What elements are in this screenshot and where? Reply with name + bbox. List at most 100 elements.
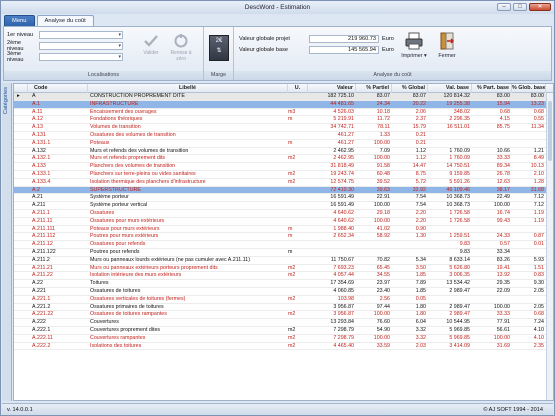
table-row[interactable]: A.133.4 Isolation thermique des planchers… bbox=[14, 179, 553, 187]
cell-globbase: 1.28 bbox=[533, 178, 544, 185]
level1-combo[interactable]: ▾ bbox=[39, 31, 123, 39]
header-global[interactable]: % Global bbox=[392, 84, 428, 93]
table-row[interactable]: ▸ A CONSTRUCTION PROPREMENT DITE 182 725.10… bbox=[14, 93, 553, 101]
level1-label: 1er niveau bbox=[7, 32, 34, 38]
cell-global: 2.37 bbox=[415, 116, 426, 123]
table-row[interactable]: A.12 Fondations théoriques m 5 219.91 11.72 2… bbox=[14, 116, 553, 125]
level3-combo[interactable]: ▾ bbox=[39, 53, 123, 61]
table-row[interactable]: A.211.11 Ossatures pour murs extérieurs 4 … bbox=[14, 218, 553, 226]
table-row[interactable]: A.221 Ossatures de toitures 4 060.85 23.40 1… bbox=[14, 288, 553, 296]
table-row[interactable]: A.221.22 Ossatures de toitures rampantes m… bbox=[14, 311, 553, 320]
cell-global: 1.85 bbox=[415, 287, 426, 294]
validate-button[interactable]: Valider bbox=[138, 33, 164, 56]
table-row[interactable]: A.131.1 Poteaux m 461.27 100.00 0.21 bbox=[14, 140, 553, 148]
maximize-button[interactable]: □ bbox=[513, 3, 527, 11]
table-row[interactable]: A.133.1 Planchers sur terre-pleins ou vid… bbox=[14, 171, 553, 179]
cell-partiel: 91.58 bbox=[376, 163, 390, 170]
cell-valeur: 11 750.67 bbox=[330, 256, 354, 263]
table-row[interactable]: A.211.12 Ossatures pour refends 9.83 0.57 0.… bbox=[14, 241, 553, 249]
cell-globbase: 13.23 bbox=[530, 100, 544, 107]
table-row[interactable]: A.132 Murs et refends des volumes de tran… bbox=[14, 148, 553, 156]
cell-partiel: 100.00 bbox=[373, 311, 390, 318]
margin-icon[interactable]: 2€ ⇅ bbox=[209, 35, 229, 61]
table-row[interactable]: A.221.2 Ossatures primaires de toitures 3 … bbox=[14, 304, 553, 312]
table-row[interactable]: A.211.21 Murs ou panneaux extérieurs port… bbox=[14, 265, 553, 273]
cell-code: A.221.2 bbox=[32, 303, 51, 310]
table-row[interactable]: A.133 Planchers des volumes de transition… bbox=[14, 163, 553, 171]
table-row[interactable]: A.2 SUPERSTRUCTURE 72 410.30 39.63 32.92 46 1… bbox=[14, 186, 553, 195]
cell-globbase: 7.12 bbox=[533, 194, 544, 201]
table-row[interactable]: A.211.1 Ossatures 4 640.62 29.18 2.20 1 726.5… bbox=[14, 210, 553, 218]
cell-globbase: 0.87 bbox=[533, 233, 544, 240]
header-globbase[interactable]: % Glob. base bbox=[512, 84, 546, 93]
cell-partbase: 85.75 bbox=[496, 124, 510, 131]
table-row[interactable]: A.22 Toitures 17 354.69 23.97 7.89 13 534.42 2… bbox=[14, 280, 553, 288]
cell-global: 1.12 bbox=[415, 155, 426, 162]
window-title: DescWord - Estimation bbox=[244, 4, 311, 11]
header-unit[interactable]: U. bbox=[288, 84, 308, 93]
close-button[interactable]: Fermer bbox=[432, 31, 462, 59]
cell-partbase: 13.92 bbox=[496, 272, 510, 279]
cell-partbase bbox=[472, 132, 510, 139]
cell-libelle: SUPERSTRUCTURE bbox=[90, 186, 141, 193]
cell-libelle: Murs et refends des volumes de transitio… bbox=[90, 147, 189, 154]
table-row[interactable]: A.11 Encaissement des ouvrages m3 4 526.03 1… bbox=[14, 109, 553, 117]
header-partiel[interactable]: % Partiel bbox=[356, 84, 392, 93]
cell-code: A.132.1 bbox=[32, 155, 51, 162]
table-row[interactable]: A.211 Système porteur vertical 16 591.49 10… bbox=[14, 202, 553, 210]
table-row[interactable]: A.211.22 Isolation intérieure des murs ex… bbox=[14, 272, 553, 281]
cell-global: 0.21 bbox=[415, 131, 426, 138]
cell-global: 0.90 bbox=[415, 225, 426, 232]
table-row[interactable]: A.222.1 Couvertures proprement dites m2 7 2… bbox=[14, 327, 553, 335]
cell-partbase: 83.00 bbox=[496, 93, 510, 99]
header-code[interactable]: Code bbox=[28, 84, 88, 93]
vertical-scrollbar[interactable] bbox=[546, 93, 553, 400]
cell-globbase bbox=[512, 249, 544, 256]
cell-code: A.222.11 bbox=[32, 334, 53, 341]
table-row[interactable]: A.211.111 Poteaux pour murs extérieurs m 1 … bbox=[14, 226, 553, 234]
table-row[interactable]: A.1 INFRASTRUCTURE 44 481.65 24.34 20.22 19 2… bbox=[14, 100, 553, 109]
table-row[interactable]: A.211.122 Poutres pour refends m 9.83 33.34 bbox=[14, 249, 553, 257]
print-button[interactable]: Imprimer ▾ bbox=[399, 31, 429, 59]
table-row[interactable]: A.222 Couvertures 13 293.84 76.60 6.04 10 544… bbox=[14, 319, 553, 327]
header-libelle[interactable]: Libellé bbox=[88, 84, 288, 93]
localisations-group-label: Localisations bbox=[4, 71, 203, 80]
cell-valbase: 1 726.58 bbox=[449, 209, 470, 216]
cell-partbase: 100.00 bbox=[493, 334, 510, 341]
localisations-group: 1er niveau ▾ 2ème niveau ▾ 3ème niveau ▾… bbox=[4, 27, 204, 80]
header-valbase[interactable]: Val. base bbox=[428, 84, 472, 93]
cell-libelle: Couvertures rampantes bbox=[90, 334, 146, 341]
cell-globbase: 2.35 bbox=[533, 342, 544, 349]
table-row[interactable]: A.222.2 Isolations des toitures m2 4 465.40… bbox=[14, 343, 553, 351]
cell-code: A.131.1 bbox=[32, 139, 51, 146]
table-row[interactable]: A.21 Système porteur 16 591.49 22.91 7.54 10 … bbox=[14, 194, 553, 203]
cell-libelle: Planchers sur terre-pleins ou vides sani… bbox=[90, 170, 196, 177]
table-row[interactable]: A.211.112 Poutres pour murs extérieurs m 2 … bbox=[14, 233, 553, 242]
cell-libelle: Isolation intérieure des murs extérieurs bbox=[90, 272, 182, 279]
table-row[interactable]: A.211.2 Murs ou panneaux lourds extérieur… bbox=[14, 257, 553, 265]
close-window-button[interactable]: ✕ bbox=[529, 3, 551, 11]
tab-menu[interactable]: Menu bbox=[4, 15, 35, 26]
table-row[interactable]: A.222.11 Couvertures rampantes m2 7 298.79 1… bbox=[14, 335, 553, 343]
level2-combo[interactable]: ▾ bbox=[39, 42, 123, 50]
categories-sidebar[interactable]: Catégories bbox=[2, 83, 12, 401]
cell-libelle: Ossatures pour refends bbox=[90, 241, 146, 248]
cell-partiel: 34.55 bbox=[376, 272, 390, 279]
tab-analyse-cout[interactable]: Analyse du coût bbox=[36, 15, 94, 26]
header-partbase[interactable]: % Part. base bbox=[472, 84, 512, 93]
cell-libelle: Poutres pour murs extérieurs bbox=[90, 233, 159, 240]
categories-label: Catégories bbox=[3, 87, 9, 115]
scrollbar-thumb[interactable] bbox=[548, 101, 552, 161]
table-row[interactable]: A.13 Volumes de transition 34 742.71 78.11 1… bbox=[14, 124, 553, 132]
cell-partbase: 33.34 bbox=[496, 248, 510, 255]
minimize-button[interactable]: – bbox=[497, 3, 511, 11]
cell-unit bbox=[288, 124, 308, 131]
cell-code: A.211.11 bbox=[32, 217, 53, 224]
table-row[interactable]: A.221.1 Ossatures verticales de toitures … bbox=[14, 296, 553, 304]
base-currency: Euro bbox=[382, 46, 394, 53]
table-row[interactable]: A.131 Ossatures des volumes de transition… bbox=[14, 132, 553, 140]
cell-libelle: CONSTRUCTION PROPREMENT DITE bbox=[90, 93, 185, 99]
table-row[interactable]: A.132.1 Murs et refends proprement dits m2… bbox=[14, 155, 553, 164]
header-valeur[interactable]: Valeur bbox=[308, 84, 356, 93]
reset-button[interactable]: Remise à zéro bbox=[168, 33, 194, 62]
